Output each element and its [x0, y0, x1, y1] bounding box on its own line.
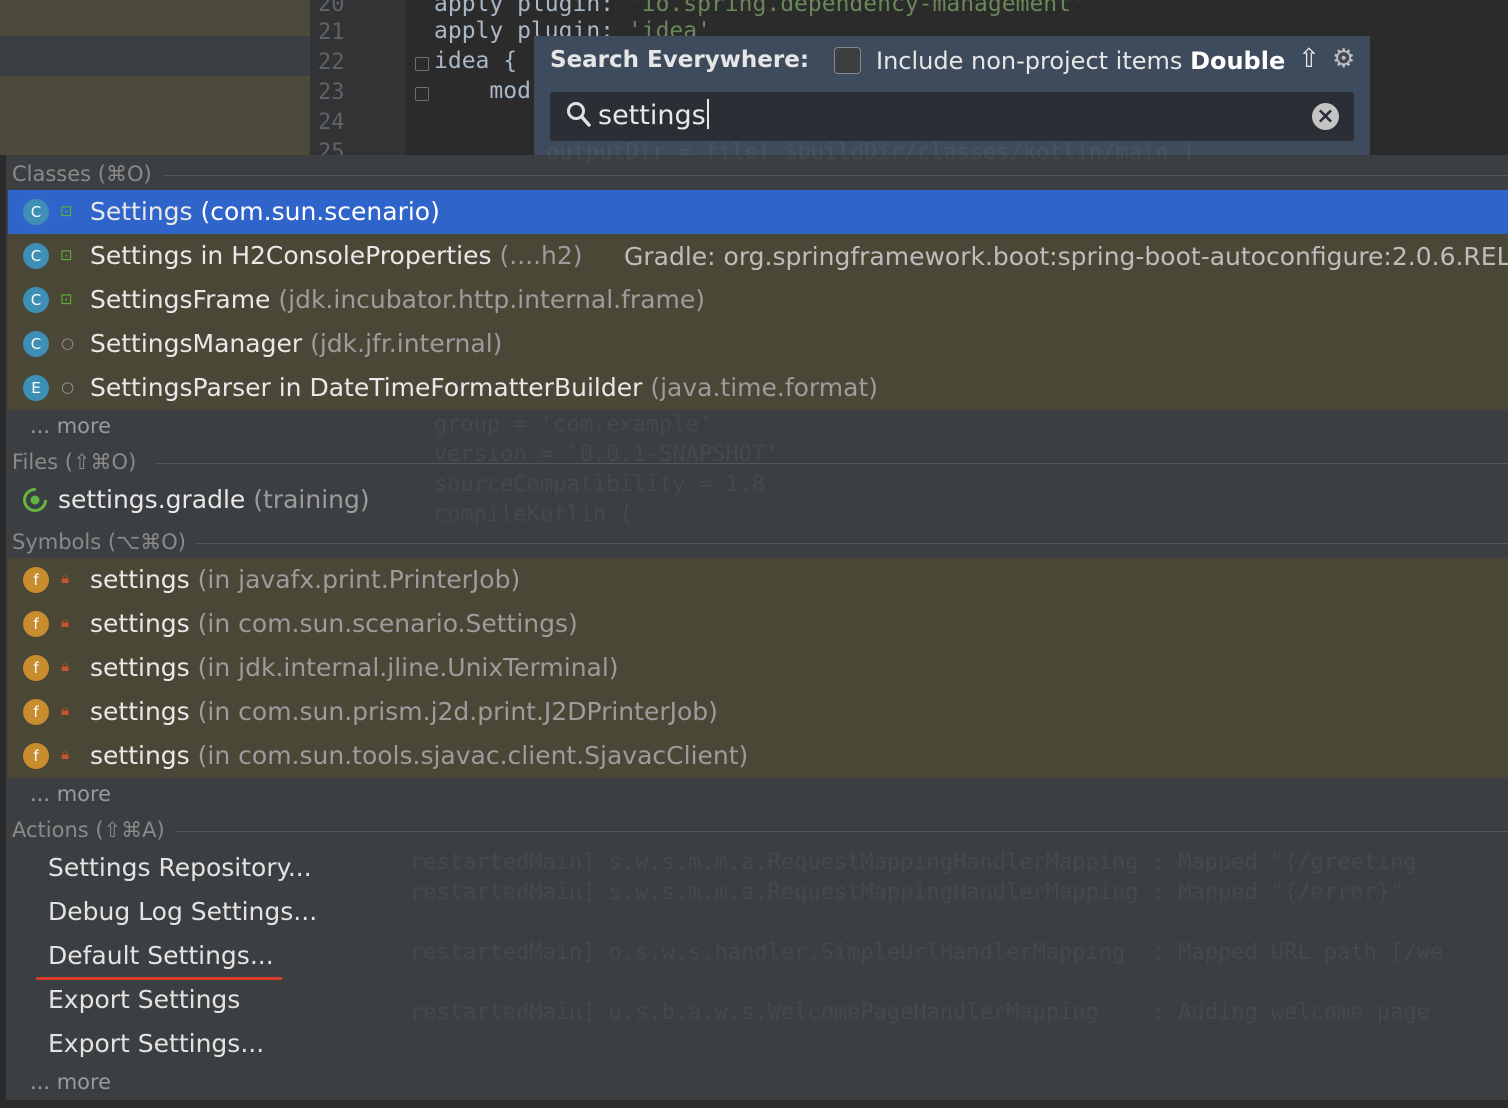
action-settings-repository[interactable]: Settings Repository... [48, 853, 312, 882]
gradle-file-icon [23, 488, 47, 512]
result-name: SettingsFrame (jdk.incubator.http.intern… [90, 285, 706, 314]
public-icon: ⊡ [60, 246, 73, 264]
project-panel-selected-row [0, 36, 310, 76]
line-number: 24 [318, 110, 345, 135]
project-panel [0, 0, 310, 155]
class-icon: C [23, 199, 49, 225]
red-underline-annotation [36, 977, 282, 980]
ghost-code: sourceCompatibility = 1.8 [434, 472, 766, 497]
class-icon: C [23, 287, 49, 313]
section-header-classes: Classes (⌘O) [12, 162, 152, 186]
result-name: settings (in com.sun.prism.j2d.print.J2D… [90, 697, 718, 726]
ghost-code: restartedMain] o.s.w.s.handler.SimpleUrl… [410, 940, 1444, 965]
ghost-code: restartedMain] s.w.s.m.m.a.RequestMappin… [410, 880, 1404, 905]
section-divider [164, 175, 1508, 176]
result-name: Settings in H2ConsoleProperties (....h2) [90, 241, 583, 270]
ghost-code: restartedMain] o.s.b.a.w.s.WelcomePageHa… [410, 1000, 1430, 1025]
field-icon: f [23, 655, 49, 681]
line-number: 22 [318, 50, 345, 75]
lock-icon: 🔒︎ [61, 613, 69, 631]
package-private-icon: ○ [61, 334, 75, 352]
fold-marker[interactable] [415, 87, 429, 101]
result-name: SettingsParser in DateTimeFormatterBuild… [90, 373, 879, 402]
package-private-icon: ○ [61, 378, 75, 396]
line-number: 23 [318, 80, 345, 105]
clear-icon[interactable]: × [1312, 103, 1339, 130]
gear-icon[interactable]: ⚙ [1332, 44, 1355, 74]
ghost-code: restartedMain] s.w.s.m.m.a.RequestMappin… [410, 850, 1417, 875]
more-link-classes[interactable]: ... more [30, 414, 111, 438]
more-link-actions[interactable]: ... more [30, 1070, 111, 1094]
class-icon: C [23, 331, 49, 357]
section-divider [176, 831, 1508, 832]
search-title: Search Everywhere: [550, 47, 810, 73]
section-divider [156, 463, 1508, 464]
public-icon: ⊡ [60, 202, 73, 220]
enum-icon: E [23, 375, 49, 401]
line-number: 20 [318, 0, 345, 17]
search-icon [567, 102, 591, 127]
include-non-project-checkbox[interactable] [834, 47, 861, 74]
lock-icon: 🔒︎ [61, 701, 69, 719]
shift-icon: ⇧ [1298, 44, 1320, 74]
more-link-symbols[interactable]: ... more [30, 782, 111, 806]
result-name: settings (in com.sun.tools.sjavac.client… [90, 741, 749, 770]
include-non-project-label[interactable]: Include non-project items Double [876, 47, 1285, 75]
result-name: settings (in javafx.print.PrinterJob) [90, 565, 521, 594]
action-export-settings[interactable]: Export Settings [48, 985, 240, 1014]
ghost-code: group = 'com.example' [434, 412, 713, 437]
code-line: apply plugin: 'io.spring.dependency-mana… [434, 0, 1085, 17]
result-name: settings (in jdk.internal.jline.UnixTerm… [90, 653, 619, 682]
section-divider [196, 543, 1508, 544]
code-line: idea { [434, 48, 518, 74]
lock-icon: 🔒︎ [61, 657, 69, 675]
fold-marker[interactable] [415, 57, 429, 71]
field-icon: f [23, 611, 49, 637]
ghost-code: outputDir = file( $buildDir/classes/kotl… [546, 140, 1196, 165]
result-name: settings (in com.sun.scenario.Settings) [90, 609, 578, 638]
ghost-code: compileKotlin { [434, 502, 633, 527]
field-icon: f [23, 567, 49, 593]
result-name: Settings (com.sun.scenario) [90, 197, 440, 226]
field-icon: f [23, 699, 49, 725]
line-number: 21 [318, 20, 345, 45]
result-name: SettingsManager (jdk.jfr.internal) [90, 329, 503, 358]
field-icon: f [23, 743, 49, 769]
action-export-settings-dialog[interactable]: Export Settings... [48, 1029, 264, 1058]
search-query[interactable]: settings [598, 99, 709, 131]
public-icon: ⊡ [60, 290, 73, 308]
console-strip [0, 1100, 1508, 1108]
section-header-symbols: Symbols (⌥⌘O) [12, 530, 186, 554]
lock-icon: 🔒︎ [61, 745, 69, 763]
file-result[interactable]: settings.gradle (training) [58, 485, 370, 514]
class-icon: C [23, 243, 49, 269]
action-debug-log-settings[interactable]: Debug Log Settings... [48, 897, 317, 926]
section-header-actions: Actions (⇧⌘A) [12, 818, 165, 842]
code-line: mod [434, 78, 531, 104]
lock-icon: 🔒︎ [61, 569, 69, 587]
library-location: Gradle: org.springframework.boot:spring-… [624, 242, 1508, 271]
section-header-files: Files (⇧⌘O) [12, 450, 137, 474]
action-default-settings[interactable]: Default Settings... [48, 941, 274, 970]
